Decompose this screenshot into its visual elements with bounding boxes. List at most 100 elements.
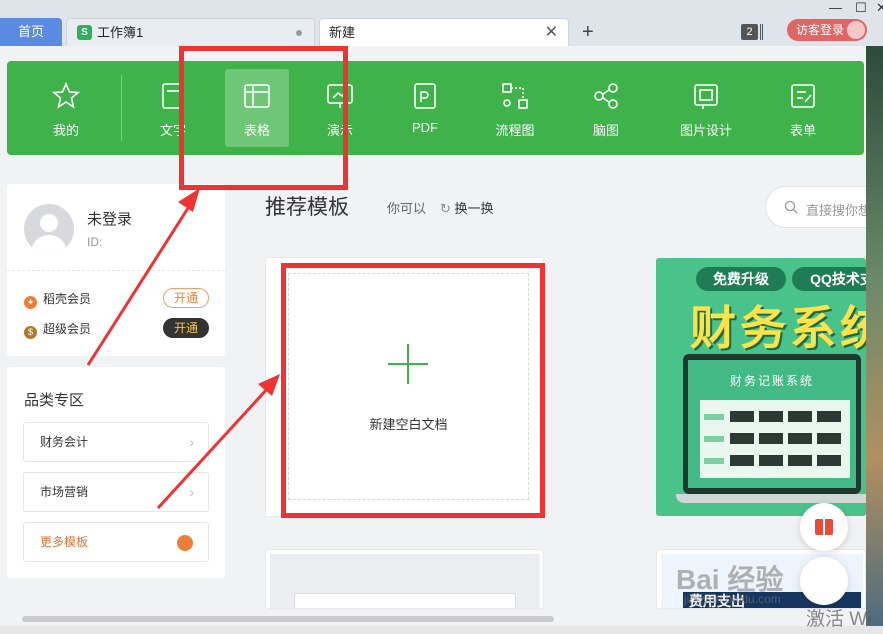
toolbar-item-label: PDF [412,120,438,135]
page-title: 推荐模板 [265,196,349,219]
tab-new[interactable]: 新建 ✕ [319,18,569,46]
user-avatar-icon [847,21,865,39]
floating-action-button[interactable] [800,557,848,605]
toolbar-item-pdf[interactable]: PDF [393,69,457,147]
template-pill: 免费升级 [696,267,786,291]
spreadsheet-icon: S [77,25,92,40]
new-document-type-bar: 我的 文字 表格 演示 PDF 流程图 脑图 图片设计 表单 [7,61,864,155]
profile-id: ID: [87,235,103,249]
more-templates-button[interactable]: 更多模板 [23,522,209,562]
laptop-screen-image: 财务记账系统 [683,354,861,494]
guest-login-label: 访客登录 [796,23,845,37]
tab-count-badge[interactable]: 2 [741,24,758,40]
bottom-strip [0,626,883,634]
screen-title: 财务记账系统 [729,374,814,388]
toolbar-item-label: 我的 [52,123,79,138]
laptop-base [676,494,866,503]
screen-button [817,455,841,466]
gift-button[interactable] [800,503,848,551]
more-templates-label: 更多模板 [40,535,89,549]
template-thumb-doc [294,593,516,608]
screen-tag [704,414,724,420]
screen-panel [700,400,850,478]
mindmap-icon [594,83,618,109]
tab-workbook[interactable]: S 工作簿1 [66,18,315,46]
minimize-icon[interactable]: — [829,0,842,15]
profile-name[interactable]: 未登录 [87,208,132,229]
refresh-label: 换一换 [454,201,494,216]
horizontal-scrollbar[interactable] [22,616,554,622]
avatar-body [32,235,66,254]
annotation-box-blank-doc [281,263,545,518]
toolbar-item-mindmap[interactable]: 脑图 [574,69,638,147]
toolbar-item-image-design[interactable]: 图片设计 [671,69,741,147]
tab-bar: 首页 S 工作簿1 新建 ✕ + 2 访客登录 — ☐ ✕ [0,0,883,46]
image-design-icon [694,84,718,109]
docer-logo-icon [177,535,193,551]
new-tab-button[interactable]: + [582,19,594,45]
toolbar-item-label: 表单 [789,123,816,138]
toolbar-item-flowchart[interactable]: 流程图 [483,69,547,147]
docer-member-icon: ✦ [24,296,37,309]
avatar[interactable] [24,204,74,254]
guest-login-button[interactable]: 访客登录 [787,19,867,41]
window-close-icon[interactable]: ✕ [876,0,883,16]
toolbar-item-label: 图片设计 [679,123,732,138]
annotation-box-table-tab [179,46,348,190]
refresh-icon: ↻ [440,201,451,216]
template-card-finance[interactable]: 免费升级 QQ技术支 财务系统 财务记账系统 [656,258,866,516]
template-headline: 财务系统 [690,302,866,354]
super-open-button[interactable]: 开通 [163,318,209,338]
laptop-screen-content: 财务记账系统 [688,360,856,488]
category-card: 品类专区 财务会计 › 市场营销 › 更多模板 [7,367,225,578]
member-super: $ 超级会员 [24,320,91,339]
toolbar-item-label: 流程图 [495,123,535,138]
toolbar-item-form[interactable]: 表单 [771,69,835,147]
category-item-marketing[interactable]: 市场营销 › [23,472,209,512]
template-pill: QQ技术支 [792,267,866,291]
screen-button [759,433,783,444]
screen-tag [704,436,724,442]
screen-button [759,455,783,466]
maximize-icon[interactable]: ☐ [855,0,867,16]
member-docer: ✦ 稻壳会员 [24,290,91,309]
toolbar-item-mine[interactable]: 我的 [34,69,98,147]
screen-button [817,411,841,422]
desktop-wallpaper-edge [866,46,883,634]
screen-button [788,433,812,444]
watermark-url: jingyan.baidu.com [684,592,781,606]
category-item-label: 财务会计 [40,435,89,449]
chevron-right-icon: › [189,484,194,500]
flowchart-icon [502,83,528,109]
category-item-finance[interactable]: 财务会计 › [23,422,209,462]
super-member-icon: $ [24,326,37,339]
search-placeholder: 直接搜你想 [806,203,872,218]
tab-new-label: 新建 [329,25,356,40]
toolbar-divider [121,75,122,141]
tab-workbook-label: 工作簿1 [97,25,144,40]
docer-open-button[interactable]: 开通 [163,288,209,308]
chevron-right-icon: › [189,434,194,450]
screen-button [730,433,754,444]
screen-button [817,433,841,444]
close-icon[interactable]: ✕ [545,19,558,46]
screen-button [788,411,812,422]
avatar-head [40,214,58,232]
tab-list-icon[interactable] [760,24,763,40]
screen-button [730,455,754,466]
refresh-button[interactable]: ↻ 换一换 [440,198,494,217]
category-title: 品类专区 [24,392,85,409]
category-item-label: 市场营销 [40,485,89,499]
profile-divider [7,270,225,271]
gift-ribbon [823,517,825,535]
profile-card: 未登录 ID: ✦ 稻壳会员 开通 $ 超级会员 开通 [7,184,225,356]
screen-button [788,455,812,466]
form-icon [791,84,815,108]
activate-windows-text: 激活 Wi [806,609,872,630]
recommend-hint: 你可以 [387,201,427,216]
screen-button [730,411,754,422]
screen-button [759,411,783,422]
pdf-icon [414,83,436,109]
template-card[interactable] [265,549,544,609]
tab-home[interactable]: 首页 [0,18,62,46]
